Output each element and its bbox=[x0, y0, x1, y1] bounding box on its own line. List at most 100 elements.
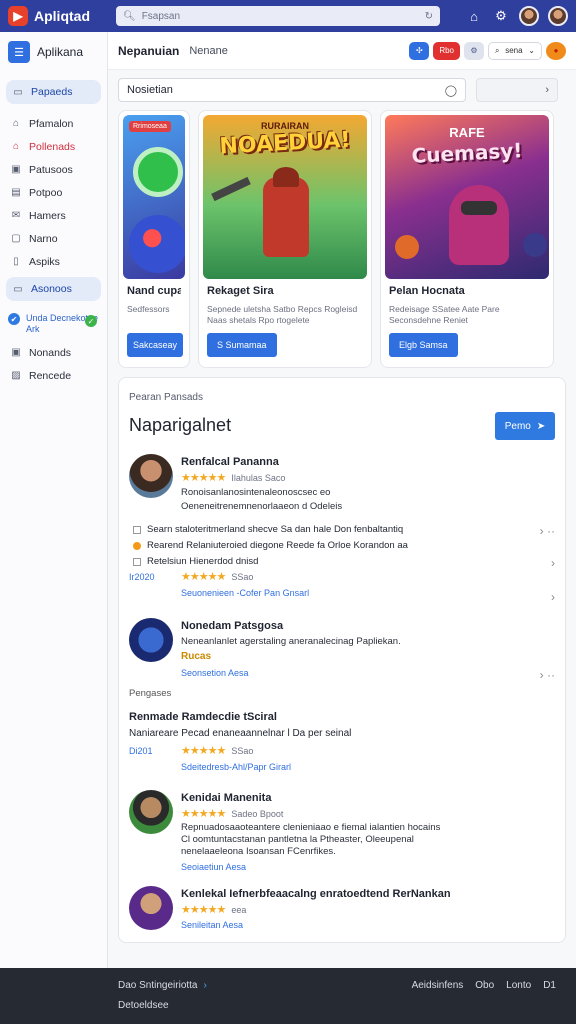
chevron-right-icon[interactable]: › bbox=[551, 556, 555, 570]
sidebar-item-label: Rencede bbox=[29, 369, 72, 382]
app-grid-icon[interactable]: ☰ bbox=[8, 41, 30, 63]
chevron-right-icon[interactable]: › bbox=[551, 590, 555, 604]
featured-card[interactable]: Rrimoseaa Nand cupana Sedfessors Sakcase… bbox=[118, 110, 190, 368]
review-bullets: Searn staloteritmerland shecve Sa dan ha… bbox=[133, 522, 533, 570]
reviewer-avatar[interactable] bbox=[129, 454, 173, 498]
review-text: Repnuadosaaoteantere clenieniaao e fiema… bbox=[181, 822, 441, 857]
notification-icon[interactable]: ● bbox=[546, 41, 566, 60]
thread-link[interactable]: Sdeitedresb-Ahl/Papr Girarl bbox=[181, 762, 291, 772]
thread-text: Naniareare Pecad enaneaannelnar l Da per… bbox=[129, 728, 352, 739]
footer-link[interactable]: Aeidsinfens bbox=[412, 980, 464, 991]
review-meta: Sadeo Bpoot bbox=[231, 809, 284, 819]
refresh-icon[interactable]: ↻ bbox=[425, 11, 433, 22]
sidebar-title: Aplikana bbox=[37, 45, 84, 59]
card-action-button[interactable]: S Sumamaa bbox=[207, 333, 277, 357]
lock-icon: ⌂ bbox=[12, 118, 20, 129]
search-icon: 🔍︎ bbox=[123, 10, 136, 22]
sidebar-promo[interactable]: ✔ Unda Decnekotne Ark ✓ bbox=[0, 307, 107, 341]
next-button[interactable]: › bbox=[476, 78, 558, 102]
review-meta: SSao bbox=[231, 746, 254, 756]
sidebar-item-8[interactable]: ▭ Asonoos bbox=[6, 277, 101, 301]
sidebar-item-6[interactable]: ▢ Narno bbox=[0, 227, 107, 250]
featured-card[interactable]: RURAIRAN NOAEDUA! Rekaget Sira Sepnede u… bbox=[198, 110, 372, 368]
mail-icon: ✉ bbox=[11, 210, 21, 221]
card-title: Pelan Hocnata bbox=[389, 285, 465, 297]
bullet-text: Rearend Relaniuteroied diegone Reede fa … bbox=[147, 540, 408, 551]
top-search-input[interactable]: 🔍︎ Fsapsan ↻ bbox=[116, 6, 440, 26]
home-icon[interactable]: ⌂ bbox=[465, 7, 483, 25]
review-link[interactable]: Seuonenieen -Cofer Pan Gnsarl bbox=[181, 588, 309, 598]
footer-link-main[interactable]: Dao Sntingeiriotta › bbox=[118, 980, 207, 991]
bullet-item[interactable]: Retelsiun Hienerdod dnisd bbox=[133, 554, 533, 570]
review-meta: SSao bbox=[231, 572, 254, 582]
review-item: Kenidai Manenita ★★★★★ Sadeo Bpoot Repnua… bbox=[129, 790, 555, 872]
bullet-item[interactable]: Searn staloteritmerland shecve Sa dan ha… bbox=[133, 522, 533, 538]
card-badge: Rrimoseaa bbox=[129, 121, 171, 132]
sidebar-item-7[interactable]: ▯ Aspiks bbox=[0, 250, 107, 273]
record-button[interactable]: Rbo bbox=[433, 41, 460, 60]
chevron-right-icon[interactable]: › ·· bbox=[540, 668, 555, 682]
reviewer-avatar[interactable] bbox=[129, 790, 173, 834]
reviewer-name: Nonedam Patsgosa bbox=[181, 620, 284, 632]
reviewer-avatar[interactable] bbox=[129, 618, 173, 662]
chevron-right-icon[interactable]: › ·· bbox=[540, 524, 555, 538]
panel-action-button[interactable]: Pemo ➤ bbox=[495, 412, 555, 440]
top-search-placeholder: Fsapsan bbox=[141, 10, 181, 22]
sidebar-extra-0[interactable]: ▣ Nonands bbox=[0, 341, 107, 364]
main-header: Nepanuian Nenane ✣ Rbo ⚙ ⌕ sena ⌄ ● bbox=[108, 32, 576, 70]
featured-card[interactable]: RAFE Cuemasy! Pelan Hocnata Redeisage SS… bbox=[380, 110, 554, 368]
sidebar-item-label: Patusoos bbox=[29, 163, 73, 176]
sidebar-item-3[interactable]: ▣ Patusoos bbox=[0, 158, 107, 181]
app-logo-icon[interactable]: ▶ bbox=[8, 6, 28, 26]
star-rating: ★★★★★ SSao bbox=[181, 571, 254, 583]
card-action-button[interactable]: Elgb Samsa bbox=[389, 333, 458, 357]
user-avatar[interactable] bbox=[519, 6, 539, 26]
footer-text: Dao Sntingeiriotta bbox=[118, 980, 198, 991]
robot-character bbox=[449, 185, 509, 265]
page-title: Nepanuian bbox=[118, 43, 180, 58]
header-search-button[interactable]: ⌕ sena ⌄ bbox=[488, 41, 542, 60]
checkbox-icon bbox=[133, 526, 141, 534]
checkbox-icon bbox=[133, 558, 141, 566]
review-link[interactable]: Seoiaetiun Aesa bbox=[181, 862, 246, 872]
page-subtitle: Nenane bbox=[189, 44, 228, 57]
sidebar-item-label: Pfamalon bbox=[29, 117, 74, 130]
sidebar-header: ☰ Aplikana bbox=[0, 32, 107, 72]
hero-character bbox=[263, 177, 309, 257]
tag-icon: ⌂ bbox=[12, 141, 20, 152]
weapon bbox=[211, 176, 251, 202]
card-artwork: Rrimoseaa bbox=[123, 115, 185, 279]
footer-link[interactable]: Lonto bbox=[506, 980, 531, 991]
sidebar-item-1[interactable]: ⌂ Pfamalon bbox=[0, 112, 107, 135]
share-button[interactable]: ✣ bbox=[409, 41, 430, 60]
chart-icon: ▨ bbox=[11, 370, 21, 381]
search-icon: ⌕ bbox=[495, 45, 500, 55]
sidebar-item-0[interactable]: ▭ Papaeds bbox=[6, 80, 101, 104]
sidebar-item-4[interactable]: ▤ Potpoo bbox=[0, 181, 107, 204]
panel-heading: Naparigalnet bbox=[129, 415, 232, 435]
game-app-icon bbox=[129, 215, 185, 273]
profile-avatar[interactable] bbox=[548, 6, 568, 26]
sidebar-item-2[interactable]: ⌂ Pollenads bbox=[0, 135, 107, 158]
reviewer-avatar[interactable] bbox=[129, 886, 173, 930]
robot-visor bbox=[461, 201, 497, 215]
footer-link[interactable]: D1 bbox=[543, 980, 556, 991]
star-rating: ★★★★★ SSao bbox=[181, 745, 254, 757]
footer-link[interactable]: Obo bbox=[475, 980, 494, 991]
review-item: Nonedam Patsgosa Neneanlanlet agerstalin… bbox=[129, 618, 555, 682]
bullet-item[interactable]: Rearend Relaniuteroied diegone Reede fa … bbox=[133, 538, 533, 554]
sidebar-item-label: Asonoos bbox=[31, 283, 72, 295]
review-link[interactable]: Seonsetion Aesa bbox=[181, 668, 249, 678]
sidebar-extra-1[interactable]: ▨ Rencede bbox=[0, 364, 107, 387]
card-action-button[interactable]: Sakcaseay bbox=[127, 333, 184, 357]
main-search-input[interactable]: Nosietian ◯ bbox=[118, 78, 466, 102]
check-icon: ✓ bbox=[85, 315, 97, 327]
sidebar-item-5[interactable]: ✉ Hamers bbox=[0, 204, 107, 227]
review-link[interactable]: Senileitan Aesa bbox=[181, 920, 243, 930]
art-title: Cuemasy! bbox=[410, 138, 523, 168]
sidebar-item-label: Hamers bbox=[29, 209, 66, 222]
header-search-label: sena bbox=[505, 46, 523, 55]
gear-button[interactable]: ⚙ bbox=[464, 41, 484, 60]
settings-icon[interactable]: ⚙ bbox=[492, 7, 510, 25]
footer: Dao Sntingeiriotta › Detoeldsee Aeidsinfe… bbox=[0, 968, 576, 1024]
